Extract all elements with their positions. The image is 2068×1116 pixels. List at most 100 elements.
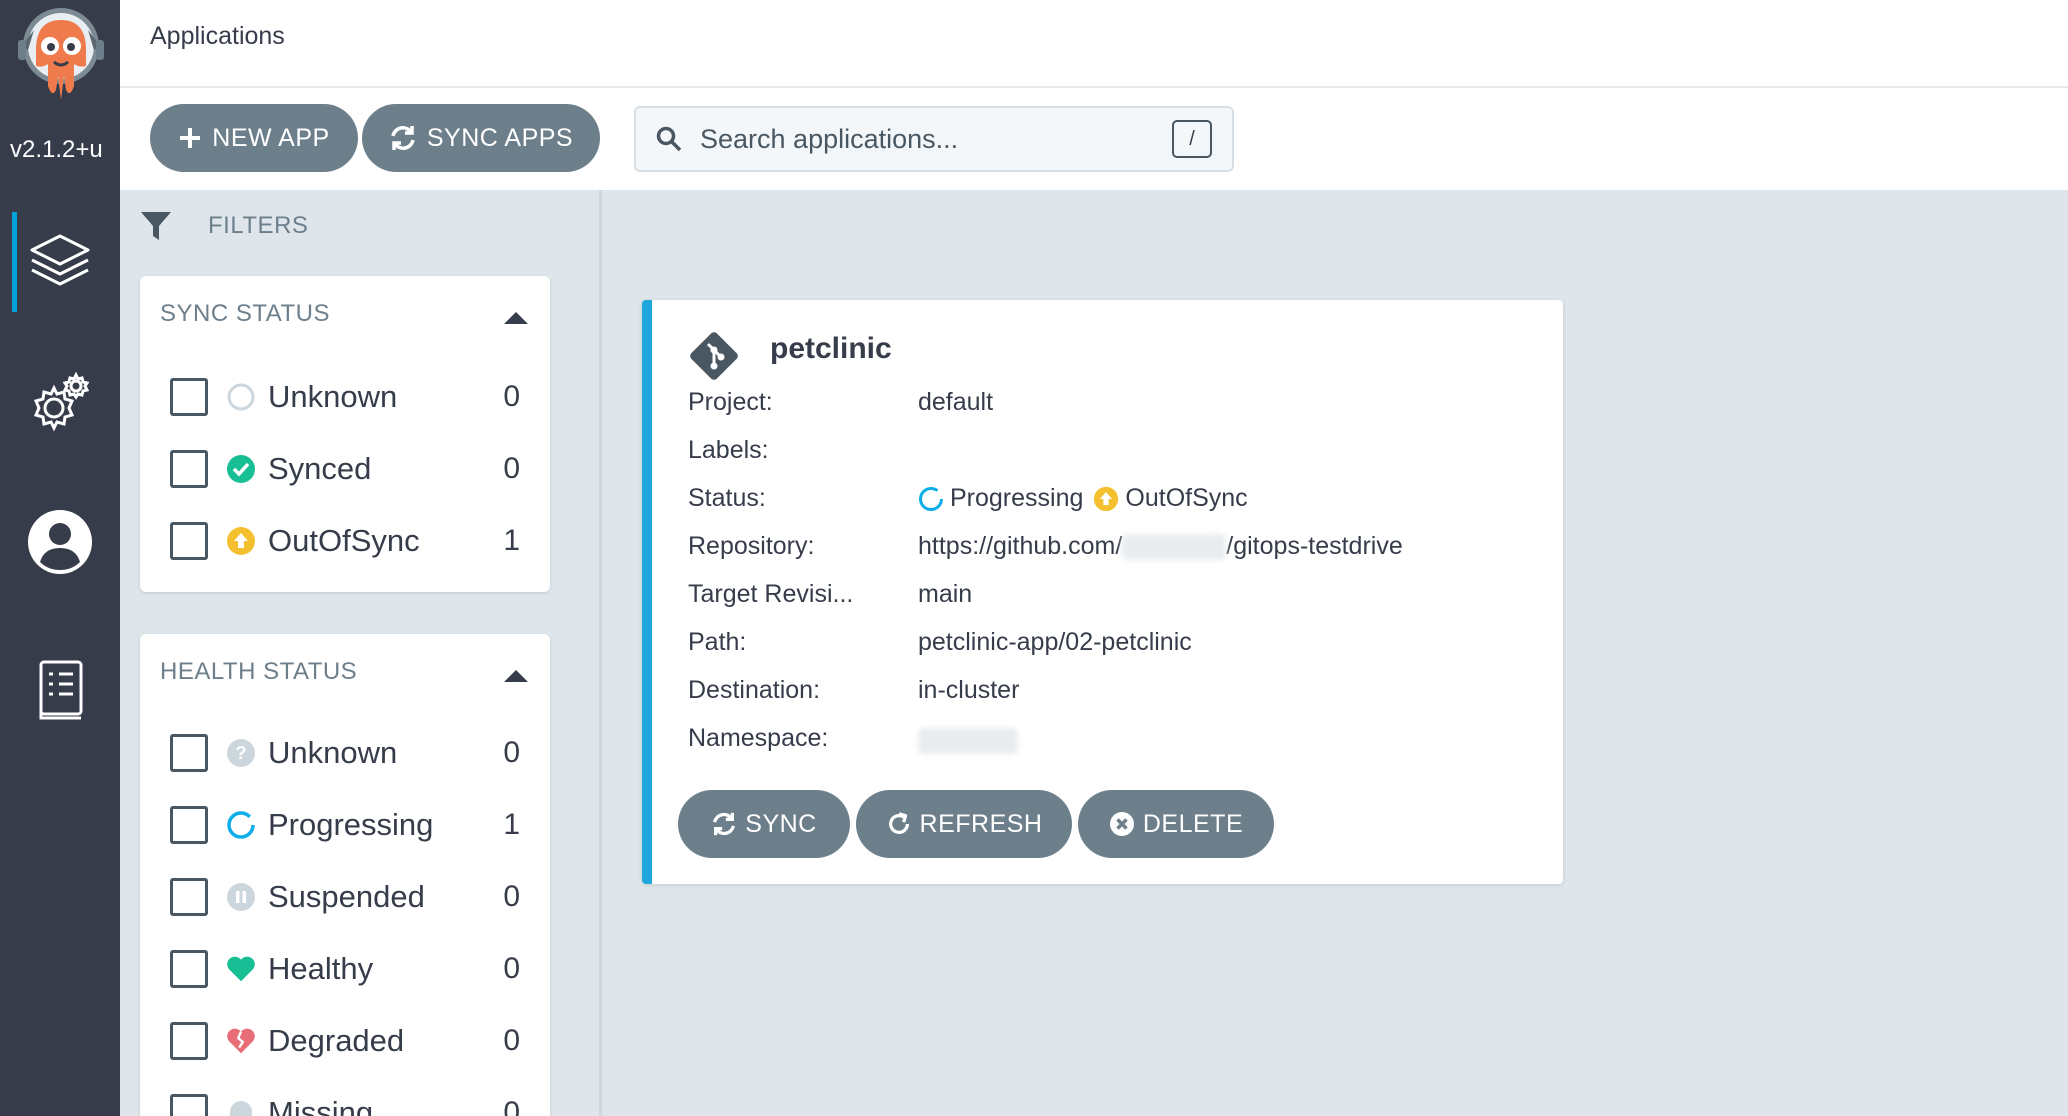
labels-label: Labels: — [688, 436, 769, 464]
status-value: Progressing OutOfSync — [918, 484, 1248, 513]
sync-status-text: OutOfSync — [1125, 484, 1248, 512]
filter-count: 1 — [503, 808, 520, 841]
filters-sidebar: FILTERS SYNC STATUS Unknown 0 Synced 0 O… — [120, 190, 602, 1116]
check-circle-icon — [226, 454, 256, 484]
filter-label: Missing — [268, 1095, 374, 1116]
book-icon — [39, 660, 83, 720]
arrow-up-circle-icon — [1094, 486, 1119, 511]
page-title: Applications — [150, 22, 285, 50]
question-circle-icon: ? — [226, 738, 256, 768]
heart-icon — [226, 954, 256, 984]
delete-button-label: DELETE — [1142, 809, 1244, 838]
repo-suffix: /gitops-testdrive — [1226, 532, 1403, 560]
filter-sync-outofsync[interactable]: OutOfSync 1 — [170, 516, 520, 566]
checkbox[interactable] — [170, 806, 208, 844]
nav-applications[interactable] — [0, 212, 120, 312]
layers-icon — [30, 234, 90, 286]
redacted-text — [1122, 533, 1227, 560]
filter-health-healthy[interactable]: Healthy 0 — [170, 944, 520, 994]
nav-settings[interactable] — [0, 352, 120, 452]
checkbox[interactable] — [170, 378, 208, 416]
destination-value: in-cluster — [918, 676, 1020, 704]
sync-apps-button[interactable]: SYNC APPS — [362, 104, 600, 172]
checkbox[interactable] — [170, 522, 208, 560]
path-label: Path: — [688, 628, 747, 656]
refresh-button-label: REFRESH — [919, 809, 1043, 838]
page-header: Applications — [120, 0, 2068, 88]
plus-icon — [180, 128, 201, 148]
filter-sync-unknown[interactable]: Unknown 0 — [170, 372, 520, 422]
progress-circle-icon — [919, 486, 943, 511]
checkbox[interactable] — [170, 1094, 208, 1116]
left-nav: v2.1.2+u — [0, 0, 120, 1116]
filter-health-unknown[interactable]: ? Unknown 0 — [170, 728, 520, 778]
refresh-button[interactable]: REFRESH — [856, 790, 1072, 858]
health-status-title: HEALTH STATUS — [160, 658, 358, 685]
health-status-panel: HEALTH STATUS ? Unknown 0 Progressing 1 … — [140, 634, 550, 1116]
filter-label: Unknown — [268, 735, 398, 770]
filter-count: 0 — [503, 880, 520, 913]
redacted-text — [918, 728, 1018, 754]
filter-count: 0 — [503, 380, 520, 413]
unknown-circle-icon — [226, 382, 256, 412]
sync-button-label: SYNC — [745, 809, 817, 838]
filter-label: Healthy — [268, 951, 374, 986]
search-icon — [656, 126, 682, 152]
path-value: petclinic-app/02-petclinic — [918, 628, 1192, 656]
progress-circle-icon — [226, 810, 256, 840]
target-revision-label: Target Revisi... — [688, 580, 854, 608]
svg-text:?: ? — [236, 743, 247, 763]
filter-label: OutOfSync — [268, 523, 420, 558]
toolbar: NEW APP SYNC APPS / — [120, 88, 2068, 190]
filter-health-suspended[interactable]: Suspended 0 — [170, 872, 520, 922]
filter-sync-synced[interactable]: Synced 0 — [170, 444, 520, 494]
repo-prefix: https://github.com/ — [918, 532, 1123, 560]
filter-label: Degraded — [268, 1023, 405, 1058]
status-label: Status: — [688, 484, 766, 512]
gears-icon — [33, 371, 90, 432]
repository-value[interactable]: https://github.com/ /gitops-testdrive — [918, 532, 1403, 561]
search-box[interactable]: / — [634, 106, 1234, 172]
filters-header: FILTERS — [140, 210, 308, 242]
checkbox[interactable] — [170, 450, 208, 488]
repository-label: Repository: — [688, 532, 815, 560]
application-tile[interactable]: petclinic Project: default Labels: Statu… — [642, 300, 1563, 884]
new-app-button[interactable]: NEW APP — [150, 104, 358, 172]
delete-button[interactable]: DELETE — [1078, 790, 1274, 858]
search-input[interactable] — [700, 123, 1150, 155]
argo-logo[interactable] — [14, 6, 108, 124]
filter-health-progressing[interactable]: Progressing 1 — [170, 800, 520, 850]
filter-icon — [141, 212, 171, 240]
refresh-icon — [888, 812, 909, 834]
sync-button[interactable]: SYNC — [678, 790, 850, 858]
filter-count: 0 — [503, 952, 520, 985]
filter-count: 0 — [503, 1096, 520, 1116]
collapse-caret-icon[interactable] — [504, 312, 528, 324]
checkbox[interactable] — [170, 1022, 208, 1060]
git-icon — [690, 332, 738, 380]
checkbox[interactable] — [170, 950, 208, 988]
checkbox[interactable] — [170, 734, 208, 772]
pause-circle-icon — [226, 882, 256, 912]
checkbox[interactable] — [170, 878, 208, 916]
filter-health-degraded[interactable]: Degraded 0 — [170, 1016, 520, 1066]
version-label: v2.1.2+u — [10, 136, 103, 163]
app-name[interactable]: petclinic — [770, 332, 892, 366]
filter-label: Unknown — [268, 379, 398, 414]
health-status-text: Progressing — [950, 484, 1084, 512]
collapse-caret-icon[interactable] — [504, 670, 528, 682]
filter-count: 0 — [503, 1024, 520, 1057]
close-circle-icon — [1109, 812, 1134, 836]
project-label: Project: — [688, 388, 773, 416]
broken-heart-icon — [226, 1026, 256, 1056]
filter-count: 0 — [503, 452, 520, 485]
nav-documentation[interactable] — [0, 640, 120, 740]
ghost-icon — [226, 1098, 256, 1116]
filter-health-missing[interactable]: Missing 0 — [170, 1088, 520, 1116]
filter-label: Synced — [268, 451, 372, 486]
namespace-label: Namespace: — [688, 724, 829, 752]
arrow-up-circle-icon — [226, 526, 256, 556]
new-app-label: NEW APP — [212, 123, 330, 152]
sync-status-panel: SYNC STATUS Unknown 0 Synced 0 OutOfSync… — [140, 276, 550, 592]
nav-user-info[interactable] — [0, 492, 120, 592]
